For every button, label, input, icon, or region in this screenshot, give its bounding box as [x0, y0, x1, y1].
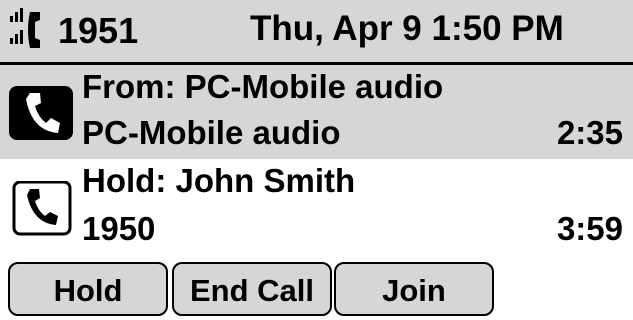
status-bar: 1951 Thu, Apr 9 1:50 PM [0, 0, 633, 62]
call-caller-line: From: PC-Mobile audio [82, 68, 444, 105]
call-row-active[interactable]: From: PC-Mobile audio PC-Mobile audio 2:… [0, 65, 633, 159]
call-row-held[interactable]: Hold: John Smith 1950 3:59 [0, 159, 633, 259]
end-call-button[interactable]: End Call [172, 262, 332, 316]
call-timer: 3:59 [556, 210, 623, 247]
call-timer: 2:35 [556, 114, 623, 151]
join-button[interactable]: Join [334, 262, 494, 316]
call-caller-name: PC-Mobile audio [82, 114, 341, 151]
active-call-icon [8, 85, 74, 141]
held-call-icon [8, 180, 74, 237]
date-time: Thu, Apr 9 1:50 PM [250, 9, 564, 48]
phone-screen: 1951 Thu, Apr 9 1:50 PM From: PC-Mobile … [0, 0, 633, 320]
line-registered-icon [8, 8, 58, 52]
call-caller-line: Hold: John Smith [82, 162, 356, 199]
line-number: 1951 [58, 10, 139, 51]
hold-button[interactable]: Hold [8, 262, 168, 316]
call-caller-number: 1950 [82, 210, 156, 247]
